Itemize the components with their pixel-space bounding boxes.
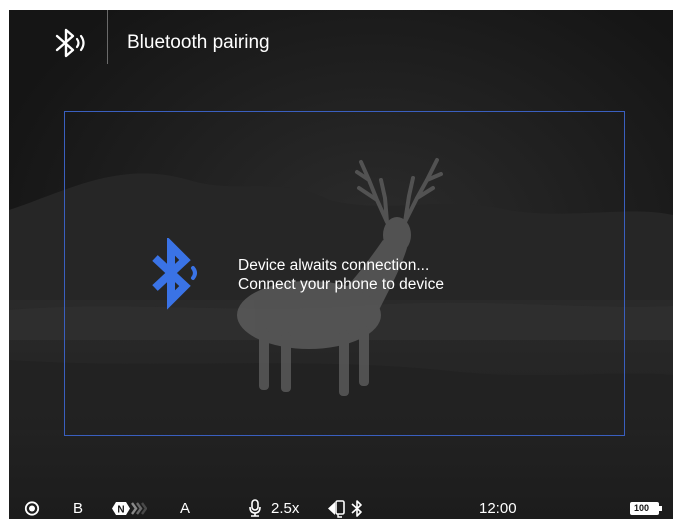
wifi-connected-icon (327, 498, 349, 519)
bluetooth-status-icon (350, 498, 364, 519)
record-icon (24, 498, 40, 519)
page-title: Bluetooth pairing (127, 32, 270, 53)
message-line-2: Connect your phone to device (238, 276, 444, 293)
header-divider (107, 10, 108, 64)
calibration-mode: A (180, 500, 191, 517)
status-bar: B N A 2.5x 12:00 100 (9, 498, 673, 519)
battery-level: 100 (634, 503, 650, 513)
mode-indicator: B (73, 500, 84, 517)
device-screen: Bluetooth pairing Device alwaits connect… (9, 10, 673, 519)
zoom-level: 2.5x (271, 500, 300, 517)
connection-message: Device alwaits connection... Connect you… (238, 256, 444, 294)
message-line-1: Device alwaits connection... (238, 257, 430, 274)
bluetooth-pairing-icon (55, 28, 85, 58)
svg-text:N: N (117, 505, 124, 516)
microphone-icon (248, 498, 262, 519)
clock: 12:00 (479, 500, 517, 517)
bluetooth-icon (152, 238, 197, 310)
title-bar: Bluetooth pairing (9, 10, 673, 74)
noise-reduction-icon: N (111, 498, 147, 519)
